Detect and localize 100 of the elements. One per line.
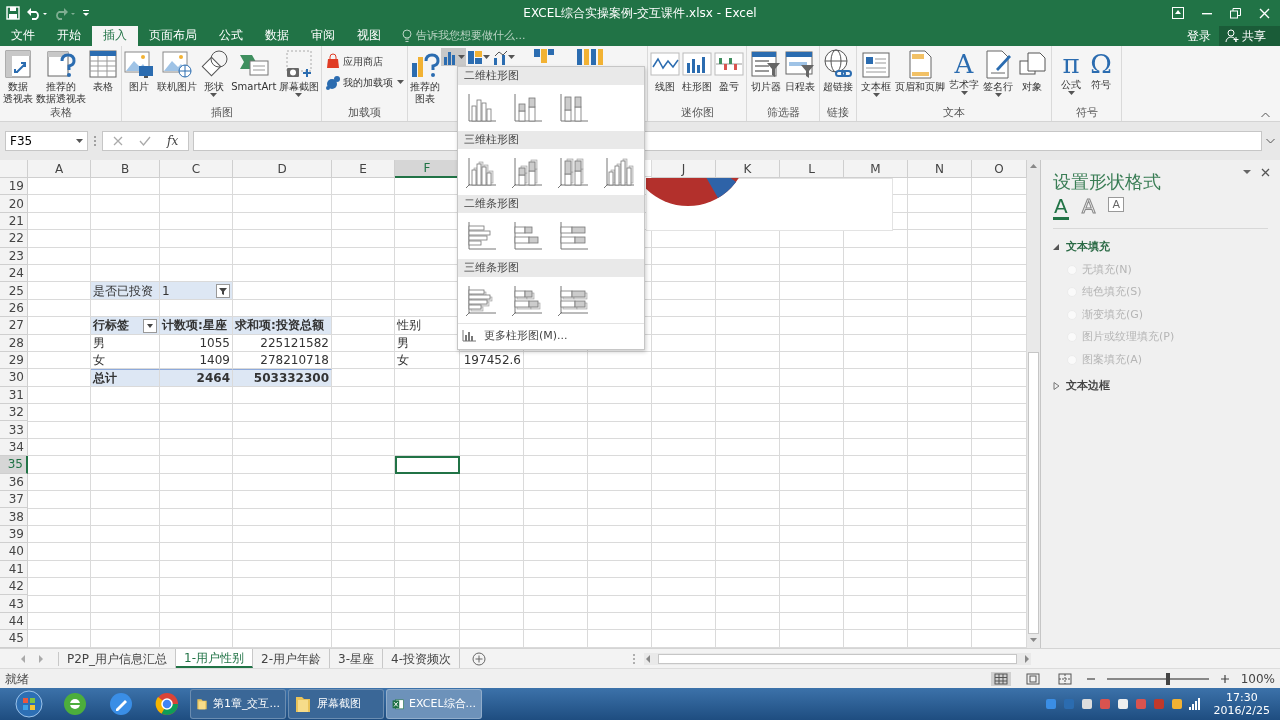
column-header[interactable]: J [652, 160, 716, 178]
ribbon-button[interactable]: 文本框 [860, 48, 892, 101]
view-button[interactable] [990, 671, 1011, 686]
ribbon-button[interactable]: 图片 [123, 48, 156, 94]
ribbon-tab[interactable]: 开始 [46, 26, 92, 46]
caret-icon[interactable] [1243, 170, 1251, 175]
expand-icon[interactable] [1266, 138, 1275, 144]
column-header[interactable]: N [908, 160, 972, 178]
zoom-in-icon[interactable] [1220, 674, 1229, 683]
ribbon-tab[interactable]: 数据 [254, 26, 300, 46]
row-header[interactable]: 27 [0, 317, 28, 335]
ribbon-button[interactable]: 日程表 [784, 48, 816, 94]
tray-icon[interactable] [1079, 697, 1094, 711]
row-header[interactable]: 32 [0, 404, 28, 422]
menu-item[interactable]: 更多柱形图(M)... [458, 323, 644, 349]
ribbon-tab[interactable]: 文件 [0, 26, 46, 46]
customize-caret-icon[interactable] [82, 8, 90, 18]
column-header[interactable]: A [28, 160, 91, 178]
ribbon-button[interactable]: 我的加载项 [323, 73, 406, 91]
column-header[interactable]: L [780, 160, 844, 178]
next-sheet-icon[interactable] [38, 654, 44, 663]
ribbon-button[interactable]: 形状 [197, 48, 230, 101]
ribbon-button[interactable]: 切片器 [750, 48, 782, 94]
redo-icon[interactable] [54, 6, 76, 20]
column-header[interactable]: K [716, 160, 780, 178]
row-header[interactable]: 22 [0, 230, 28, 248]
ribbon-button[interactable]: π 公式 [1060, 48, 1083, 99]
ribbon-button[interactable]: SmartArt [230, 48, 278, 94]
ribbon-button[interactable]: 推荐的 数据透视表 [34, 48, 87, 105]
signal-icon[interactable] [1187, 698, 1200, 710]
cancel-icon[interactable] [113, 136, 123, 146]
name-box[interactable]: F35 [5, 131, 88, 151]
ribbon-button[interactable]: 屏幕截图 [277, 48, 320, 101]
chart-option[interactable] [558, 284, 590, 316]
row-header[interactable]: 20 [0, 195, 28, 213]
row-header[interactable]: 43 [0, 595, 28, 613]
chart-type-button[interactable] [466, 48, 491, 66]
restore-icon[interactable] [1230, 7, 1241, 19]
scrollbar-thumb[interactable] [658, 653, 1017, 664]
scroll-right-icon[interactable] [1023, 653, 1031, 664]
ribbon-button[interactable]: 表格 [87, 48, 120, 94]
collapse-icon[interactable] [1261, 112, 1270, 118]
scrollbar-thumb[interactable] [1028, 352, 1039, 634]
ribbon-button[interactable]: Ω 符号 [1089, 48, 1113, 92]
filter-button[interactable] [216, 284, 230, 299]
ribbon-button[interactable]: 联机图片 [155, 48, 198, 94]
ribbon-button[interactable]: 柱形图 [681, 48, 713, 94]
row-header[interactable]: 33 [0, 421, 28, 439]
column-header[interactable]: O [972, 160, 1027, 178]
chart-type-button[interactable] [491, 48, 516, 66]
ribbon-button[interactable]: 签名行 [982, 48, 1014, 101]
pane-tab[interactable]: A [1108, 197, 1124, 212]
ribbon-button[interactable]: 超链接 [822, 48, 854, 94]
save-icon[interactable] [6, 6, 20, 20]
column-header[interactable]: M [844, 160, 908, 178]
pane-tab[interactable]: A [1053, 195, 1069, 220]
row-header[interactable]: 40 [0, 543, 28, 561]
chart-option[interactable] [512, 220, 544, 252]
start-orb-icon[interactable] [14, 689, 44, 719]
chart-type-button[interactable] [441, 48, 466, 66]
slider-thumb[interactable] [1165, 672, 1170, 685]
triangle-icon[interactable] [1053, 243, 1060, 252]
row-header[interactable]: 19 [0, 178, 28, 196]
ribbon-button[interactable]: 推荐的 图表 [409, 48, 441, 105]
ribbon-button[interactable]: A 艺术字 [948, 48, 980, 99]
chart-option[interactable] [558, 92, 590, 124]
zoom-level[interactable]: 100% [1240, 669, 1275, 688]
section-header[interactable]: 文本边框 [1066, 378, 1110, 395]
row-header[interactable]: 37 [0, 491, 28, 509]
chart-option[interactable] [604, 156, 636, 188]
row-header[interactable]: 25 [0, 282, 28, 300]
chart-option[interactable] [466, 284, 498, 316]
chart-option[interactable] [558, 220, 590, 252]
chart-option[interactable] [512, 284, 544, 316]
ribbon-tab[interactable]: 页面布局 [138, 26, 208, 46]
ribbon-button[interactable]: 对象 [1016, 48, 1048, 94]
ribbon-tab[interactable]: 公式 [208, 26, 254, 46]
previous-sheet-icon[interactable] [20, 654, 26, 663]
ribbon-tab[interactable]: 审阅 [300, 26, 346, 46]
cell-cursor[interactable] [395, 456, 460, 474]
ribbon-button[interactable]: 页眉和页脚 [894, 48, 946, 94]
column-header[interactable]: F [395, 160, 460, 178]
undo-icon[interactable] [26, 6, 48, 20]
add-sheet-icon[interactable] [472, 651, 486, 666]
chart-option[interactable] [466, 156, 498, 188]
ribbon-button[interactable]: 应用商店 [323, 52, 406, 70]
tray-icon[interactable] [1169, 697, 1184, 711]
tray-icon[interactable] [1115, 697, 1130, 711]
taskbar-button[interactable]: 屏幕截图 [288, 689, 384, 719]
column-header[interactable]: C [160, 160, 233, 178]
insert-function-button[interactable]: fx [167, 132, 179, 150]
sign-in-link[interactable]: 登录 [1179, 26, 1219, 46]
caret-icon[interactable] [76, 139, 83, 144]
row-header[interactable]: 38 [0, 508, 28, 526]
check-icon[interactable] [139, 136, 151, 146]
ribbon-button[interactable]: 盈亏 [713, 48, 745, 94]
ribbon-display-icon[interactable] [1172, 7, 1184, 19]
close-icon[interactable] [1261, 168, 1270, 177]
row-header[interactable]: 45 [0, 630, 28, 648]
row-header[interactable]: 35 [0, 456, 28, 474]
